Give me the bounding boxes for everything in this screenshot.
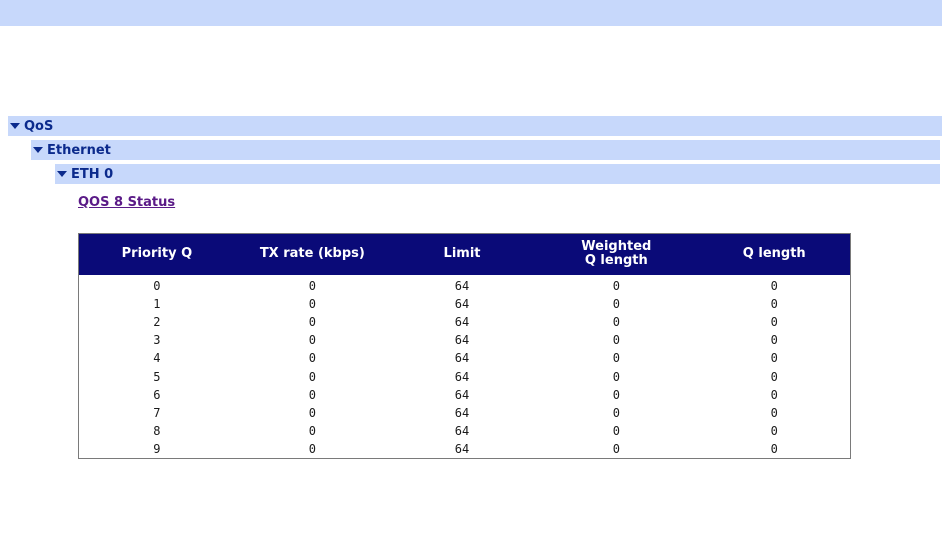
cell-limit: 64 [454,278,470,293]
cell-q-length: 0 [770,278,778,293]
triangle-down-icon [33,147,43,153]
cell-q-length: 0 [770,405,778,420]
table-row: 4 0 64 0 0 [79,349,851,367]
cell-q-length: 0 [770,296,778,311]
qos-status-table: Priority Q TX rate (kbps) Limit Weighted… [78,233,851,460]
triangle-down-icon [10,123,20,129]
tree-item-qos[interactable]: QoS [8,116,942,136]
cell-weighted-q-length: 0 [612,333,620,348]
cell-limit: 64 [454,314,470,329]
cell-priority: 4 [153,351,161,366]
qos-status-link[interactable]: QOS 8 Status [78,195,175,210]
triangle-down-icon [57,171,67,177]
tree-item-label: ETH 0 [71,166,114,182]
cell-tx-rate: 0 [308,424,316,439]
cell-limit: 64 [454,351,470,366]
tree-item-label: Ethernet [47,142,111,158]
cell-weighted-q-length: 0 [612,369,620,384]
table-header-row: Priority Q TX rate (kbps) Limit Weighted… [78,233,851,275]
cell-tx-rate: 0 [308,296,316,311]
cell-weighted-q-length: 0 [612,351,620,366]
cell-q-length: 0 [770,314,778,329]
table-row: 5 0 64 0 0 [79,367,851,385]
cell-limit: 64 [454,405,470,420]
cell-limit: 64 [454,333,470,348]
cell-weighted-q-length: 0 [612,405,620,420]
cell-q-length: 0 [770,442,778,457]
cell-priority: 6 [153,387,161,402]
cell-priority: 9 [153,442,161,457]
cell-tx-rate: 0 [308,351,316,366]
header-q-length: Q length [742,246,806,262]
tree-item-eth0[interactable]: ETH 0 [55,164,940,184]
cell-weighted-q-length: 0 [612,296,620,311]
cell-priority: 7 [153,405,161,420]
cell-limit: 64 [454,369,470,384]
cell-priority: 1 [153,296,161,311]
cell-tx-rate: 0 [308,387,316,402]
header-weighted-q-length: Weighted Q length [534,234,698,275]
table-row: 7 0 64 0 0 [79,404,851,422]
cell-limit: 64 [454,424,470,439]
cell-tx-rate: 0 [308,278,316,293]
cell-tx-rate: 0 [308,314,316,329]
header-tx-rate: TX rate (kbps) [259,246,365,262]
cell-q-length: 0 [770,387,778,402]
tree-item-ethernet[interactable]: Ethernet [31,140,940,160]
cell-priority: 3 [153,333,161,348]
cell-tx-rate: 0 [308,405,316,420]
table-row: 8 0 64 0 0 [79,422,851,440]
tree-item-label: QoS [24,118,54,134]
cell-q-length: 0 [770,424,778,439]
table-row: 2 0 64 0 0 [79,313,851,331]
table-row: 3 0 64 0 0 [79,331,851,349]
header-weighted-line2: Q length [584,253,648,269]
cell-priority: 0 [153,278,161,293]
cell-tx-rate: 0 [308,442,316,457]
cell-q-length: 0 [770,351,778,366]
cell-q-length: 0 [770,369,778,384]
cell-tx-rate: 0 [308,369,316,384]
cell-limit: 64 [454,296,470,311]
cell-weighted-q-length: 0 [612,314,620,329]
table-row: 0 0 64 0 0 [79,275,851,295]
table-row: 9 0 64 0 0 [79,440,851,459]
header-weighted-line1: Weighted [581,239,652,255]
cell-limit: 64 [454,442,470,457]
cell-tx-rate: 0 [308,333,316,348]
cell-q-length: 0 [770,333,778,348]
table-row: 6 0 64 0 0 [79,386,851,404]
cell-priority: 5 [153,369,161,384]
cell-priority: 2 [153,314,161,329]
cell-weighted-q-length: 0 [612,387,620,402]
cell-weighted-q-length: 0 [612,424,620,439]
header-limit: Limit [443,246,481,262]
cell-limit: 64 [454,387,470,402]
top-banner [0,0,942,26]
cell-weighted-q-length: 0 [612,442,620,457]
header-priority-q: Priority Q [121,246,193,262]
cell-weighted-q-length: 0 [612,278,620,293]
table-row: 1 0 64 0 0 [79,295,851,313]
cell-priority: 8 [153,424,161,439]
